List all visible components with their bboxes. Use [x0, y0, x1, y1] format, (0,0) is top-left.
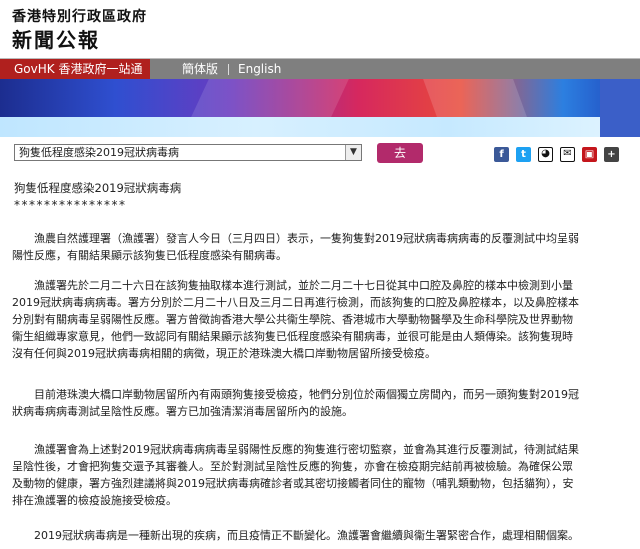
paragraph-line: 狀病毒病病毒測試呈陰性反應。署方已加強清潔消毒居留所內的設施。	[12, 405, 353, 418]
article-paragraph-5: 2019冠狀病毒病是一種新出現的疾病，而且疫情正不斷變化。漁護署會繼續與衞生署緊…	[12, 527, 630, 544]
banner-lower-band	[0, 117, 640, 137]
paragraph-line: 沒有任何與2019冠狀病毒病相關的病徵，現正於港珠澳大橋口岸動物居留所接受檢疫。	[12, 347, 436, 360]
print-icon[interactable]: ▣	[582, 147, 597, 162]
paragraph-line: 漁護署先於二月二十六日在該狗隻抽取樣本進行測試，並於二月二十七日從其中口腔及鼻腔…	[12, 279, 573, 292]
paragraph-line: 分別對有關病毒呈弱陽性反應。署方曾徵詢香港大學公共衞生學院、香港城市大學動物醫學…	[12, 313, 573, 326]
government-name: 香港特別行政區政府	[12, 9, 147, 25]
english-link[interactable]: English	[238, 59, 281, 80]
chevron-down-icon[interactable]: ▼	[345, 145, 361, 160]
paragraph-line: 衞生組織專家意見，他們一致認同有關結果顯示該狗隻已低程度感染有關病毒，並很可能是…	[12, 330, 573, 343]
masthead: 香港特別行政區政府 新聞公報	[0, 0, 640, 58]
article-paragraph-2: 漁護署先於二月二十六日在該狗隻抽取樣本進行測試，並於二月二十七日從其中口腔及鼻腔…	[12, 277, 630, 362]
govhk-portal-link[interactable]: GovHK 香港政府一站通	[0, 59, 150, 80]
nav-divider	[228, 64, 229, 75]
paragraph-line: 目前港珠澳大橋口岸動物居留所內有兩頭狗隻接受檢疫，牠們分別位於兩個獨立房間內，而…	[12, 388, 579, 401]
banner-stripe	[191, 79, 349, 117]
email-icon[interactable]: ✉	[560, 147, 575, 162]
weibo-icon[interactable]: ◕	[538, 147, 553, 162]
paragraph-line: 漁護署會為上述對2019冠狀病毒病病毒呈弱陽性反應的狗隻進行密切監察，並會為其進…	[12, 443, 579, 456]
article-paragraph-3: 目前港珠澳大橋口岸動物居留所內有兩頭狗隻接受檢疫，牠們分別位於兩個獨立房間內，而…	[12, 386, 630, 420]
bookmark-icon[interactable]: +	[604, 147, 619, 162]
paragraph-line: 及動物的健康，署方強烈建議將與2019冠狀病毒病確診者或其密切接觸者同住的寵物（…	[12, 477, 574, 490]
paragraph-line: 漁農自然護理署（漁護署）發言人今日（三月四日）表示，一隻狗隻對2019冠狀病毒病…	[12, 232, 579, 245]
article-select-dropdown[interactable]: 狗隻低程度感染2019冠狀病毒病 ▼	[14, 144, 362, 161]
paragraph-line: 呈陰性後，才會把狗隻交還予其審養人。至於對測試呈陰性反應的狗隻，亦會在檢疫期完結…	[12, 460, 573, 473]
paragraph-line: 排在漁護署的檢疫設施接受檢疫。	[12, 494, 177, 507]
facebook-icon[interactable]: f	[494, 147, 509, 162]
twitter-icon[interactable]: t	[516, 147, 531, 162]
article-title: 狗隻低程度感染2019冠狀病毒病	[14, 181, 182, 195]
decorative-banner	[0, 79, 640, 137]
title-separator: ***************	[14, 198, 127, 212]
paragraph-line: 2019冠狀病毒病病毒。署方分別於二月二十八日及三月二日再進行檢測，而該狗隻的口…	[12, 296, 579, 309]
article-paragraph-1: 漁農自然護理署（漁護署）發言人今日（三月四日）表示，一隻狗隻對2019冠狀病毒病…	[12, 230, 630, 264]
top-navigation-bar: GovHK 香港政府一站通 簡体版 English	[0, 58, 640, 80]
paragraph-line: 2019冠狀病毒病是一種新出現的疾病，而且疫情正不斷變化。漁護署會繼續與衞生署緊…	[12, 529, 579, 542]
article-paragraph-4: 漁護署會為上述對2019冠狀病毒病病毒呈弱陽性反應的狗隻進行密切監察，並會為其進…	[12, 441, 630, 509]
go-button[interactable]: 去	[377, 143, 423, 163]
banner-right-block	[600, 79, 640, 137]
paragraph-line: 陽性反應，有關結果顯示該狗隻已低程度感染有關病毒。	[12, 249, 287, 262]
selected-article: 狗隻低程度感染2019冠狀病毒病	[19, 146, 179, 159]
section-title: 新聞公報	[12, 28, 100, 52]
banner-stripe	[423, 79, 527, 117]
simplified-chinese-link[interactable]: 簡体版	[182, 59, 218, 80]
